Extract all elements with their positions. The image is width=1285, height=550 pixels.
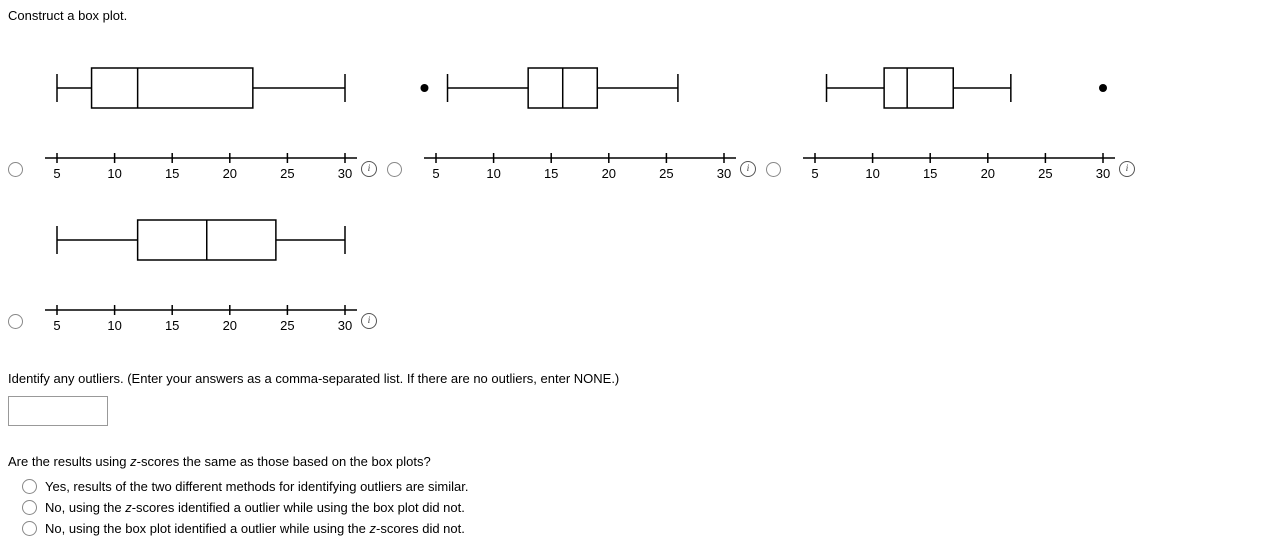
svg-text:10: 10 [865, 166, 879, 181]
zscore-suffix: -scores the same as those based on the b… [137, 454, 431, 469]
svg-text:5: 5 [53, 166, 60, 181]
boxplot-options: 5 10 15 20 25 30 i 5 10 15 20 25 30 i 5 10 15 20 25 30 i 5 10 1… [8, 43, 1277, 347]
choice-radio[interactable] [22, 479, 37, 494]
choice-text: Yes, results of the two different method… [45, 479, 468, 494]
boxplot-option-4: 5 10 15 20 25 30 i [8, 195, 379, 335]
outlier-point [1099, 84, 1107, 92]
svg-text:15: 15 [544, 166, 558, 181]
option-radio[interactable] [766, 162, 781, 177]
boxplot-chart: 5 10 15 20 25 30 [27, 43, 357, 183]
choice-text: No, using the z-scores identified a outl… [45, 500, 465, 515]
svg-text:5: 5 [432, 166, 439, 181]
option-radio[interactable] [8, 162, 23, 177]
outliers-input[interactable] [8, 396, 108, 426]
svg-text:10: 10 [486, 166, 500, 181]
svg-text:10: 10 [107, 318, 121, 333]
svg-text:25: 25 [659, 166, 673, 181]
outliers-prompt: Identify any outliers. (Enter your answe… [8, 371, 1277, 386]
info-icon[interactable]: i [361, 161, 377, 177]
info-icon[interactable]: i [361, 313, 377, 329]
choice-radio[interactable] [22, 521, 37, 536]
svg-text:10: 10 [107, 166, 121, 181]
svg-text:25: 25 [1038, 166, 1052, 181]
svg-text:15: 15 [165, 318, 179, 333]
boxplot-chart: 5 10 15 20 25 30 [27, 195, 357, 335]
boxplot-chart: 5 10 15 20 25 30 [785, 43, 1115, 183]
choice-text: No, using the box plot identified a outl… [45, 521, 465, 536]
choice-radio[interactable] [22, 500, 37, 515]
info-icon[interactable]: i [740, 161, 756, 177]
svg-text:15: 15 [165, 166, 179, 181]
svg-text:5: 5 [811, 166, 818, 181]
zscore-choices: Yes, results of the two different method… [8, 479, 1277, 536]
zscore-prefix: Are the results using [8, 454, 130, 469]
svg-text:20: 20 [981, 166, 995, 181]
zscore-question: Are the results using z-scores the same … [8, 454, 1277, 469]
boxplot-option-2: 5 10 15 20 25 30 i [387, 43, 758, 183]
zscore-choice-3: No, using the box plot identified a outl… [22, 521, 1277, 536]
svg-text:30: 30 [717, 166, 731, 181]
boxplot-option-1: 5 10 15 20 25 30 i [8, 43, 379, 183]
svg-text:20: 20 [223, 318, 237, 333]
zscore-choice-1: Yes, results of the two different method… [22, 479, 1277, 494]
svg-text:25: 25 [280, 318, 294, 333]
info-icon[interactable]: i [1119, 161, 1135, 177]
svg-text:20: 20 [223, 166, 237, 181]
svg-text:5: 5 [53, 318, 60, 333]
svg-text:30: 30 [338, 318, 352, 333]
question-title: Construct a box plot. [8, 8, 1277, 23]
option-radio[interactable] [8, 314, 23, 329]
svg-text:15: 15 [923, 166, 937, 181]
svg-text:25: 25 [280, 166, 294, 181]
option-radio[interactable] [387, 162, 402, 177]
svg-text:30: 30 [1096, 166, 1110, 181]
svg-text:20: 20 [602, 166, 616, 181]
boxplot-option-3: 5 10 15 20 25 30 i [766, 43, 1137, 183]
zscore-choice-2: No, using the z-scores identified a outl… [22, 500, 1277, 515]
svg-text:30: 30 [338, 166, 352, 181]
boxplot-chart: 5 10 15 20 25 30 [406, 43, 736, 183]
outlier-point [420, 84, 428, 92]
